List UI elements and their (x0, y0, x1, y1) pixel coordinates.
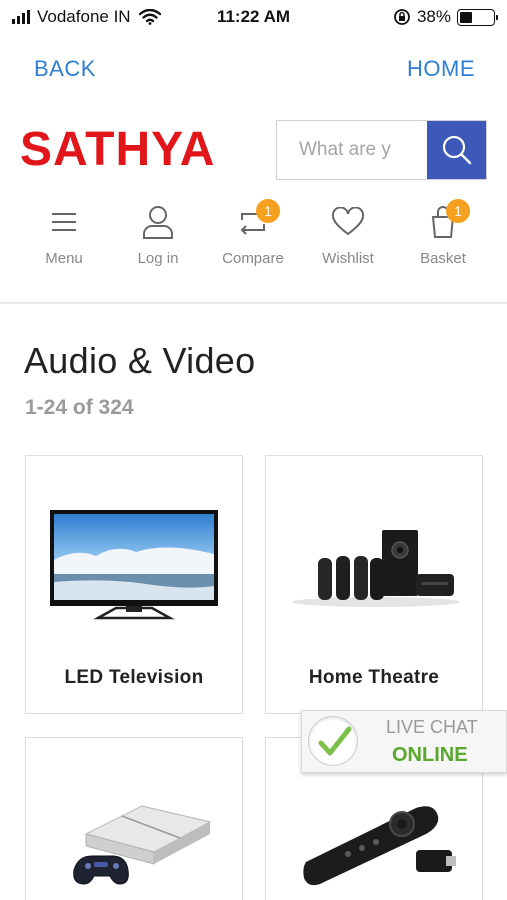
user-icon (143, 206, 173, 239)
product-card[interactable]: LED Television (25, 455, 243, 714)
product-card[interactable]: Home Theatre (265, 455, 483, 714)
login-button[interactable]: Log in (113, 200, 203, 267)
wishlist-button[interactable]: Wishlist (303, 200, 393, 267)
search-input[interactable] (277, 121, 427, 179)
page-title: Audio & Video (24, 340, 256, 381)
battery-fill (460, 11, 473, 23)
home-link[interactable]: HOME (407, 56, 475, 82)
search-bar (276, 120, 487, 180)
checkmark-icon (318, 726, 352, 756)
orientation-lock-icon (394, 9, 410, 25)
icon-nav: Menu Log in 1 Compare Wishlist 1 Basket (0, 199, 507, 280)
product-name: Home Theatre (308, 667, 440, 688)
game-console-image (73, 805, 212, 885)
login-label: Log in (137, 250, 179, 267)
product-name: LED Television (64, 667, 204, 688)
home-theatre-image (292, 530, 460, 607)
wishlist-label: Wishlist (322, 250, 374, 267)
live-chat-widget[interactable]: LIVE CHAT ONLINE (301, 710, 507, 773)
basket-button[interactable]: 1 Basket (398, 199, 488, 267)
basket-label: Basket (420, 250, 466, 267)
compare-button[interactable]: 1 Compare (208, 199, 298, 267)
heart-icon (331, 207, 365, 236)
status-bar: Vodafone IN 11:22 AM 38% (0, 0, 507, 36)
menu-label: Menu (45, 250, 83, 267)
header-divider (0, 302, 507, 304)
compare-badge: 1 (256, 199, 280, 223)
site-logo[interactable]: SATHYA (20, 122, 215, 178)
live-chat-title: LIVE CHAT (386, 717, 478, 737)
battery-percent: 38% (416, 7, 451, 26)
battery-icon (457, 8, 498, 26)
menu-button[interactable]: Menu (19, 200, 109, 267)
search-icon (442, 135, 471, 165)
product-card[interactable] (25, 737, 243, 900)
basket-badge: 1 (446, 199, 470, 223)
compare-label: Compare (222, 250, 284, 267)
menu-icon (52, 213, 76, 231)
chat-check-badge (308, 716, 358, 766)
back-link[interactable]: BACK (34, 56, 96, 82)
live-chat-status: ONLINE (392, 744, 468, 766)
status-right: 38% (393, 7, 498, 27)
led-tv-image (50, 510, 218, 620)
search-button[interactable] (427, 121, 486, 179)
result-count: 1-24 of 324 (25, 396, 134, 419)
